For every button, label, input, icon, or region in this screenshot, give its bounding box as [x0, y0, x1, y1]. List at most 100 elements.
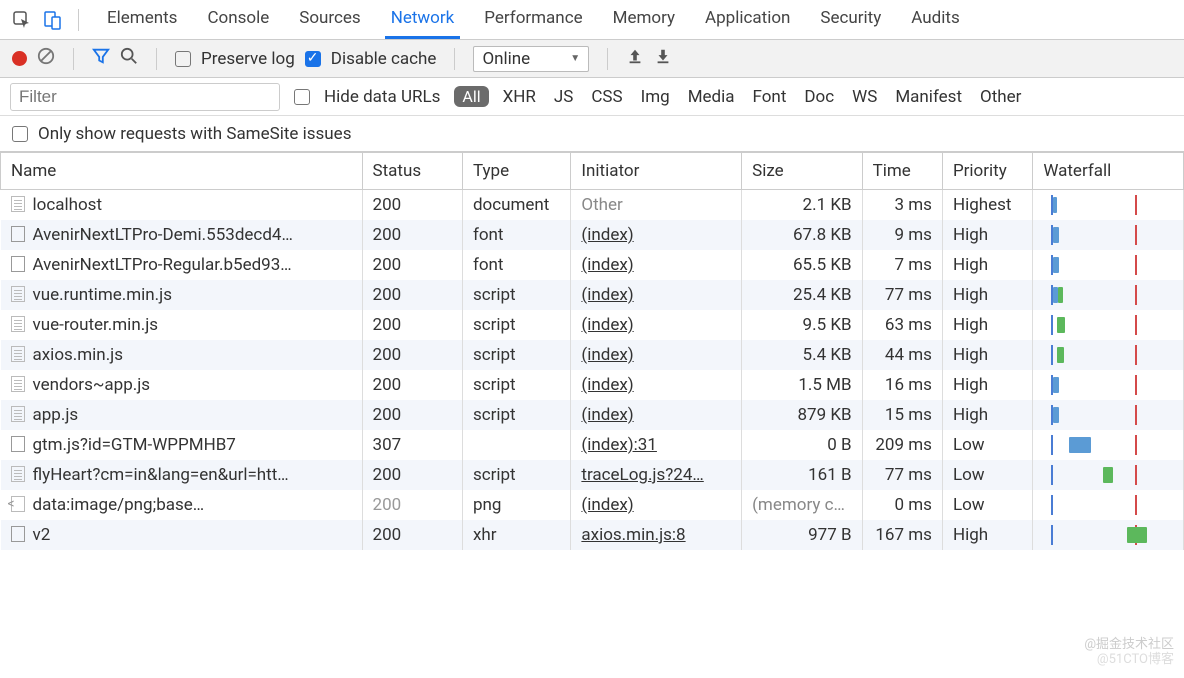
status-cell: 200 — [362, 460, 462, 490]
table-row[interactable]: app.js200script(index)879 KB15 msHigh — [1, 400, 1184, 430]
status-cell: 200 — [362, 220, 462, 250]
filter-type-font[interactable]: Font — [753, 87, 787, 107]
col-header-priority[interactable]: Priority — [942, 153, 1032, 190]
preserve-log-checkbox[interactable] — [175, 51, 191, 67]
initiator-link[interactable]: (index) — [581, 225, 633, 245]
filter-type-media[interactable]: Media — [688, 87, 735, 107]
watermark: @掘金技术社区 @51CTO博客 — [1084, 637, 1174, 668]
initiator-link[interactable]: (index) — [581, 405, 633, 425]
col-header-type[interactable]: Type — [462, 153, 570, 190]
initiator-link[interactable]: axios.min.js:8 — [581, 525, 685, 545]
tab-console[interactable]: Console — [201, 0, 275, 39]
tab-performance[interactable]: Performance — [478, 0, 588, 39]
request-name: AvenirNextLTPro-Demi.553decd4… — [33, 225, 293, 245]
waterfall-cell — [1033, 400, 1184, 430]
table-row[interactable]: AvenirNextLTPro-Regular.b5ed93…200font(i… — [1, 250, 1184, 280]
initiator-link: Other — [581, 195, 622, 215]
tab-elements[interactable]: Elements — [101, 0, 183, 39]
tab-audits[interactable]: Audits — [905, 0, 965, 39]
type-cell: script — [462, 460, 570, 490]
search-icon[interactable] — [120, 47, 138, 70]
filter-type-doc[interactable]: Doc — [804, 87, 834, 107]
priority-cell: Low — [942, 490, 1032, 520]
filter-type-js[interactable]: JS — [554, 87, 573, 107]
initiator-link[interactable]: (index) — [581, 345, 633, 365]
table-row[interactable]: vendors~app.js200script(index)1.5 MB16 m… — [1, 370, 1184, 400]
table-row[interactable]: gtm.js?id=GTM-WPPMHB7307(index):310 B209… — [1, 430, 1184, 460]
upload-har-icon[interactable] — [626, 47, 644, 70]
table-row[interactable]: AvenirNextLTPro-Demi.553decd4…200font(in… — [1, 220, 1184, 250]
type-cell: script — [462, 370, 570, 400]
initiator-link[interactable]: (index) — [581, 285, 633, 305]
status-cell: 200 — [362, 370, 462, 400]
col-header-waterfall[interactable]: Waterfall — [1033, 153, 1184, 190]
tab-network[interactable]: Network — [385, 0, 461, 39]
time-cell: 7 ms — [862, 250, 942, 280]
tab-memory[interactable]: Memory — [607, 0, 681, 39]
filter-icon[interactable] — [92, 47, 110, 70]
file-icon — [11, 406, 25, 422]
separator — [607, 48, 608, 70]
col-header-name[interactable]: Name — [1, 153, 363, 190]
priority-cell: High — [942, 520, 1032, 550]
time-cell: 15 ms — [862, 400, 942, 430]
table-row[interactable]: localhost200documentOther2.1 KB3 msHighe… — [1, 190, 1184, 221]
initiator-link[interactable]: (index) — [581, 495, 633, 515]
samesite-checkbox[interactable] — [12, 126, 28, 142]
priority-cell: Low — [942, 430, 1032, 460]
waterfall-cell — [1033, 430, 1184, 460]
initiator-link[interactable]: (index) — [581, 255, 633, 275]
col-header-status[interactable]: Status — [362, 153, 462, 190]
table-row[interactable]: v2200xhraxios.min.js:8977 B167 msHigh — [1, 520, 1184, 550]
col-header-initiator[interactable]: Initiator — [571, 153, 742, 190]
table-row[interactable]: flyHeart?cm=in&lang=en&url=htt… 200script… — [1, 460, 1184, 490]
filter-type-xhr[interactable]: XHR — [503, 87, 536, 107]
tab-application[interactable]: Application — [699, 0, 796, 39]
request-name: flyHeart?cm=in&lang=en&url=htt… — [33, 465, 289, 485]
waterfall-cell — [1033, 370, 1184, 400]
file-icon — [11, 196, 25, 212]
tab-security[interactable]: Security — [814, 0, 887, 39]
col-header-size[interactable]: Size — [742, 153, 863, 190]
throttling-select[interactable]: Online ▼ — [473, 46, 589, 72]
device-mode-icon[interactable] — [40, 8, 64, 32]
samesite-label: Only show requests with SameSite issues — [38, 124, 351, 144]
inspect-icon[interactable] — [10, 8, 34, 32]
table-row[interactable]: data:image/png;base…200png(index)(memory… — [1, 490, 1184, 520]
table-row[interactable]: vue-router.min.js200script(index)9.5 KB6… — [1, 310, 1184, 340]
initiator-link[interactable]: (index):31 — [581, 435, 657, 455]
initiator-link[interactable]: (index) — [581, 315, 633, 335]
filter-type-ws[interactable]: WS — [852, 87, 877, 107]
priority-cell: High — [942, 280, 1032, 310]
priority-cell: High — [942, 250, 1032, 280]
disable-cache-checkbox[interactable] — [305, 51, 321, 67]
record-icon[interactable] — [12, 51, 27, 66]
filter-type-img[interactable]: Img — [641, 87, 670, 107]
size-cell: 879 KB — [742, 400, 863, 430]
preserve-log-label: Preserve log — [201, 49, 295, 69]
time-cell: 77 ms — [862, 280, 942, 310]
initiator-link[interactable]: traceLog.js?24… — [581, 465, 703, 485]
filter-type-css[interactable]: CSS — [591, 87, 622, 107]
status-cell: 200 — [362, 310, 462, 340]
filter-type-manifest[interactable]: Manifest — [895, 87, 962, 107]
request-name: app.js — [33, 405, 79, 425]
filter-type-other[interactable]: Other — [980, 87, 1021, 107]
separator — [454, 48, 455, 70]
table-row[interactable]: vue.runtime.min.js200script(index)25.4 K… — [1, 280, 1184, 310]
file-icon — [11, 226, 25, 242]
type-cell: xhr — [462, 520, 570, 550]
size-cell: 0 B — [742, 430, 863, 460]
size-cell: 977 B — [742, 520, 863, 550]
filter-type-all[interactable]: All — [454, 86, 488, 107]
hide-data-urls-checkbox[interactable] — [294, 89, 310, 105]
table-row[interactable]: axios.min.js200script(index)5.4 KB44 msH… — [1, 340, 1184, 370]
clear-icon[interactable] — [37, 47, 55, 70]
priority-cell: High — [942, 220, 1032, 250]
tab-sources[interactable]: Sources — [293, 0, 366, 39]
download-har-icon[interactable] — [654, 47, 672, 70]
col-header-time[interactable]: Time — [862, 153, 942, 190]
initiator-link[interactable]: (index) — [581, 375, 633, 395]
filter-types: XHR JS CSS Img Media Font Doc WS Manifest Other — [503, 87, 1022, 107]
filter-input[interactable] — [10, 83, 280, 111]
